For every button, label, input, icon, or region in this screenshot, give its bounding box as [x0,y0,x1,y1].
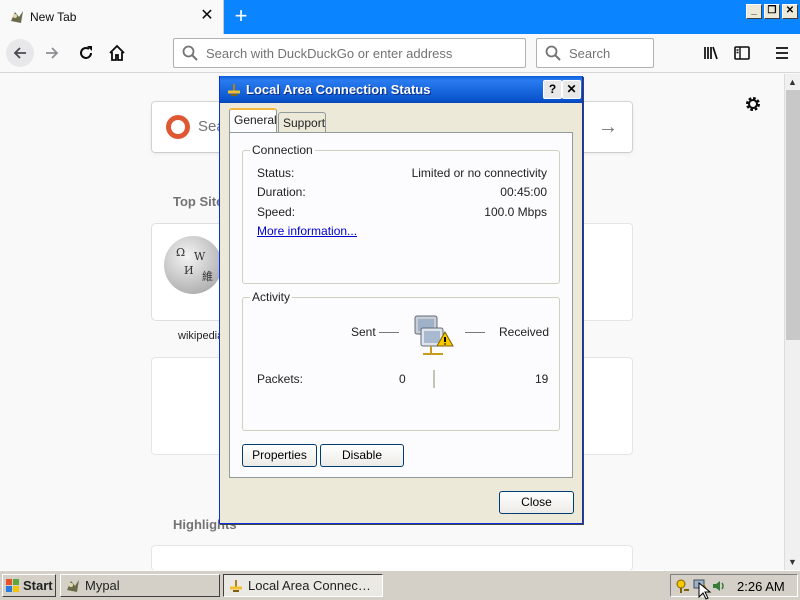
properties-button[interactable]: Properties [242,444,317,467]
taskbar-item-label: Mypal [85,578,120,593]
network-activity-icon [414,315,454,355]
sidebar-button[interactable] [728,39,756,67]
hamburger-menu-icon [776,47,788,59]
system-tray: 2:26 AM [670,574,798,597]
connection-status-dialog: Local Area Connection Status ? ✕ General… [219,76,583,524]
start-button[interactable]: Start [2,574,56,597]
received-label: Received [499,325,550,339]
taskbar-item-mypal[interactable]: Mypal [60,574,220,597]
taskbar-item-label: Local Area Connec… [248,578,371,593]
windows-flag-icon [6,579,19,592]
back-button[interactable] [6,39,34,67]
top-site-placeholder [578,224,632,320]
navigation-toolbar: Search with DuckDuckGo or enter address … [0,34,800,73]
start-label: Start [23,578,53,593]
restore-button[interactable]: ❐ [764,4,780,19]
scroll-down-arrow-icon[interactable]: ▼ [785,554,800,570]
close-tab-icon[interactable]: ✕ [198,7,216,25]
dialog-title: Local Area Connection Status [246,82,431,97]
search-bar[interactable]: Search [536,38,654,68]
taskbar-item-connection-status[interactable]: Local Area Connec… [223,574,383,597]
activity-group: Activity Sent Received Packets: 0 19 [242,290,560,431]
arrow-left-icon [13,47,26,59]
sidebar-icon [734,46,750,60]
security-alert-icon[interactable] [675,578,691,594]
home-button[interactable] [103,39,131,67]
packets-received-value: 19 [535,372,549,386]
volume-icon[interactable] [711,578,727,594]
dialog-close-x-button[interactable]: ✕ [562,80,581,99]
arrow-right-icon[interactable]: → [598,116,618,139]
search-placeholder: Search [569,46,611,61]
minimize-button[interactable]: _ [746,4,762,19]
tab-general[interactable]: General [229,108,277,132]
page-scrollbar[interactable]: ▲ ▼ [784,74,800,570]
arrow-right-icon [46,47,59,59]
reload-icon [80,46,92,59]
received-line [465,332,485,333]
new-tab-button[interactable]: + [230,4,252,28]
address-bar[interactable]: Search with DuckDuckGo or enter address [173,38,526,68]
gear-icon[interactable] [743,94,763,114]
wikipedia-globe-icon: ΩWИ維 [164,236,222,294]
duckduckgo-logo-icon [166,115,190,139]
reload-button[interactable] [72,39,100,67]
packets-sent-value: 0 [399,372,406,386]
connection-group: Connection Status: Limited or no connect… [242,143,560,284]
network-connection-icon [230,580,242,592]
close-button[interactable]: Close [499,491,574,514]
mouse-pointer-icon [698,582,712,600]
scroll-up-arrow-icon[interactable]: ▲ [785,74,800,90]
status-value: Limited or no connectivity [411,166,547,180]
dialog-titlebar[interactable]: Local Area Connection Status ? ✕ [220,76,582,103]
search-icon [545,45,561,61]
address-placeholder: Search with DuckDuckGo or enter address [206,46,453,61]
close-window-button[interactable]: ✕ [782,4,798,19]
highlights-card [152,546,632,570]
search-icon [182,45,198,61]
sent-line [379,332,399,333]
activity-legend: Activity [250,290,293,304]
taskbar: Start Mypal Local Area Connec… 2:26 AM [0,570,800,600]
packets-label: Packets: [257,372,304,386]
tab-strip: New Tab ✕ + _ ❐ ✕ [0,0,800,34]
library-button[interactable] [697,39,725,67]
tab-title: New Tab [30,10,77,24]
network-connection-icon [228,84,240,96]
library-icon [704,46,718,60]
duration-label: Duration: [257,185,306,199]
clock: 2:26 AM [737,579,785,594]
speed-label: Speed: [257,205,296,219]
home-icon [109,44,125,61]
more-information-link[interactable]: More information... [257,224,357,238]
disable-button[interactable]: Disable [320,444,404,467]
connection-legend: Connection [250,143,315,157]
menu-button[interactable] [768,39,796,67]
tab-new-tab[interactable]: New Tab ✕ [0,0,224,34]
speed-value: 100.0 Mbps [484,205,547,219]
forward-button[interactable] [38,39,66,67]
window-controls: _ ❐ ✕ [746,4,798,19]
general-tab-panel: Connection Status: Limited or no connect… [229,132,573,478]
tab-support[interactable]: Support [278,112,326,132]
mypal-logo-icon [11,11,23,23]
sent-label: Sent [351,325,376,339]
status-label: Status: [257,166,295,180]
duration-value: 00:45:00 [500,185,547,199]
top-site-label: wikipedia [178,330,224,342]
packets-divider [433,370,435,388]
help-button[interactable]: ? [543,80,562,99]
scrollbar-thumb[interactable] [786,90,800,340]
mypal-logo-icon [67,580,79,592]
